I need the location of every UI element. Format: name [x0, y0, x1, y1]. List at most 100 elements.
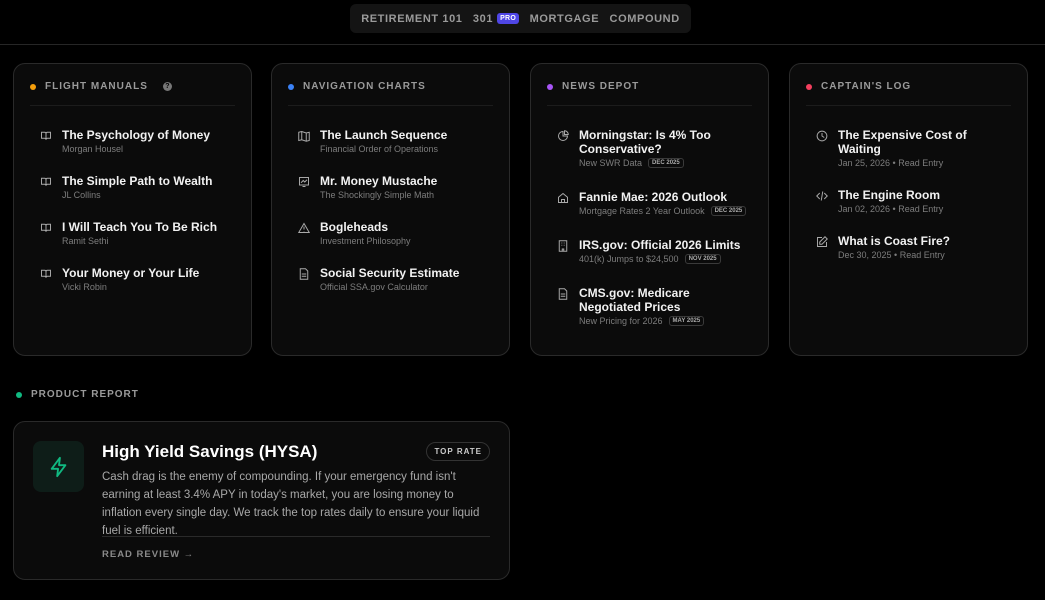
home-icon [558, 192, 568, 203]
building-icon [558, 240, 568, 252]
lightning-icon [33, 441, 84, 492]
list-item[interactable]: IRS.gov: Official 2026 Limits 401(k) Jump… [557, 238, 752, 264]
nav-retirement-101[interactable]: RETIREMENT 101 [361, 13, 462, 25]
item-title: The Simple Path to Wealth [62, 174, 213, 188]
list-item[interactable]: Fannie Mae: 2026 Outlook Mortgage Rates 2… [557, 190, 752, 216]
item-subtitle-row: Official SSA.gov Calculator [320, 282, 459, 292]
item-subtitle-row: JL Collins [62, 190, 212, 200]
card-header: NAVIGATION CHARTS [288, 68, 493, 106]
card-header: CAPTAIN'S LOG [806, 68, 1011, 106]
card-dot [547, 83, 553, 90]
edit-icon [817, 236, 828, 247]
card-items: The Psychology of Money Morgan Housel The … [30, 106, 235, 292]
item-subtitle: Jan 25, 2026 • Read Entry [838, 158, 944, 168]
list-item[interactable]: Morningstar: Is 4% Too Conservative? New … [557, 128, 752, 168]
card-title: FLIGHT MANUALS [45, 81, 148, 92]
item-subtitle-row: Dec 30, 2025 • Read Entry [838, 250, 950, 260]
list-item[interactable]: CMS.gov: Medicare Negotiated Prices New P… [557, 286, 752, 326]
item-title: The Expensive Cost of Waiting [838, 128, 967, 156]
item-title: Morningstar: Is 4% Too Conservative? [579, 128, 711, 156]
section-title: PRODUCT REPORT [31, 389, 139, 400]
top-nav: RETIREMENT 101 301 PRO MORTGAGE COMPOUND [350, 4, 691, 33]
chart-icon [299, 177, 309, 187]
item-subtitle: Mortgage Rates 2 Year Outlook [579, 206, 705, 216]
nav-301[interactable]: 301 PRO [472, 12, 520, 25]
date-badge: DEC 2025 [710, 206, 747, 216]
pro-badge: PRO [497, 13, 520, 24]
item-subtitle: New SWR Data [579, 158, 643, 168]
date-badge: NOV 2025 [684, 254, 721, 264]
item-subtitle-row: Jan 02, 2026 • Read Entry [838, 204, 943, 214]
date-badge: MAY 2025 [668, 316, 705, 326]
item-title: CMS.gov: Medicare Negotiated Prices [579, 286, 690, 314]
item-subtitle-row: Ramit Sethi [62, 236, 217, 246]
item-title: Fannie Mae: 2026 Outlook [579, 190, 728, 204]
list-item[interactable]: Social Security Estimate Official SSA.gov… [298, 266, 493, 292]
item-subtitle: Investment Philosophy [320, 236, 411, 246]
item-subtitle: Jan 02, 2026 • Read Entry [838, 204, 944, 214]
list-item[interactable]: Your Money or Your Life Vicki Robin [40, 266, 235, 292]
date-badge: DEC 2025 [648, 158, 684, 168]
item-title: The Engine Room [838, 188, 940, 202]
item-subtitle: The Shockingly Simple Math [320, 190, 435, 200]
warning-icon [298, 222, 310, 233]
card-title: CAPTAIN'S LOG [821, 81, 912, 92]
product-card: High Yield Savings (HYSA) TOP RATE Cash … [13, 421, 510, 580]
item-subtitle-row: Investment Philosophy [320, 236, 411, 246]
card-header: NEWS DEPOT [547, 68, 752, 106]
code-icon [816, 191, 828, 201]
nav-compound[interactable]: COMPOUND [610, 13, 680, 25]
top-rate-badge: TOP RATE [426, 442, 490, 461]
item-title: Mr. Money Mustache [320, 174, 438, 188]
item-subtitle: New Pricing for 2026 [579, 316, 663, 326]
list-item[interactable]: What is Coast Fire? Dec 30, 2025 • Read E… [816, 234, 1011, 260]
header-divider [0, 44, 1045, 45]
read-review-link[interactable]: READ REVIEW → [102, 549, 194, 560]
card-title: NAVIGATION CHARTS [303, 81, 426, 92]
nav-mortgage[interactable]: MORTGAGE [530, 13, 600, 25]
item-subtitle: Ramit Sethi [62, 236, 109, 246]
card-dot [30, 83, 36, 90]
list-item[interactable]: The Engine Room Jan 02, 2026 • Read Entry [816, 188, 1011, 214]
item-subtitle: Dec 30, 2025 • Read Entry [838, 250, 945, 260]
product-description: Cash drag is the enemy of compounding. I… [102, 471, 480, 537]
card-dot [288, 83, 294, 90]
card-title: NEWS DEPOT [562, 81, 640, 92]
card-items: The Launch Sequence Financial Order of Op… [288, 106, 493, 292]
item-subtitle-row: Mortgage Rates 2 Year Outlook DEC 2025 [579, 206, 747, 216]
list-item[interactable]: Bogleheads Investment Philosophy [298, 220, 493, 246]
list-item[interactable]: The Psychology of Money Morgan Housel [40, 128, 235, 154]
item-subtitle: Financial Order of Operations [320, 144, 439, 154]
card-dot [806, 83, 812, 90]
list-item[interactable]: Mr. Money Mustache The Shockingly Simple … [298, 174, 493, 200]
item-title: I Will Teach You To Be Rich [62, 220, 218, 234]
item-subtitle: Vicki Robin [62, 282, 107, 292]
help-icon[interactable]: ? [162, 82, 172, 91]
item-title: Bogleheads [320, 220, 389, 234]
book-icon [41, 177, 51, 186]
map-icon [298, 130, 310, 142]
document-icon [299, 268, 309, 280]
card-items: Morningstar: Is 4% Too Conservative? New … [547, 106, 752, 326]
item-subtitle-row: New Pricing for 2026 MAY 2025 [579, 316, 752, 326]
item-subtitle: JL Collins [62, 190, 101, 200]
item-title: Your Money or Your Life [62, 266, 200, 280]
clock-icon [816, 130, 828, 142]
item-subtitle-row: Morgan Housel [62, 144, 210, 154]
nav-301-label: 301 [472, 12, 494, 25]
item-title: The Launch Sequence [320, 128, 448, 142]
item-subtitle: Official SSA.gov Calculator [320, 282, 428, 292]
pie-chart-icon [558, 130, 569, 141]
book-icon [41, 269, 51, 278]
book-icon [41, 223, 51, 232]
list-item[interactable]: The Expensive Cost of Waiting Jan 25, 202… [816, 128, 1011, 168]
item-subtitle: Morgan Housel [62, 144, 124, 154]
list-item[interactable]: The Simple Path to Wealth JL Collins [40, 174, 235, 200]
item-subtitle-row: The Shockingly Simple Math [320, 190, 437, 200]
book-icon [41, 131, 51, 140]
item-title: IRS.gov: Official 2026 Limits [579, 238, 741, 252]
card-navigation-charts: NAVIGATION CHARTS The Launch Sequence Fina… [271, 63, 510, 356]
list-item[interactable]: The Launch Sequence Financial Order of Op… [298, 128, 493, 154]
list-item[interactable]: I Will Teach You To Be Rich Ramit Sethi [40, 220, 235, 246]
item-title: Social Security Estimate [320, 266, 460, 280]
